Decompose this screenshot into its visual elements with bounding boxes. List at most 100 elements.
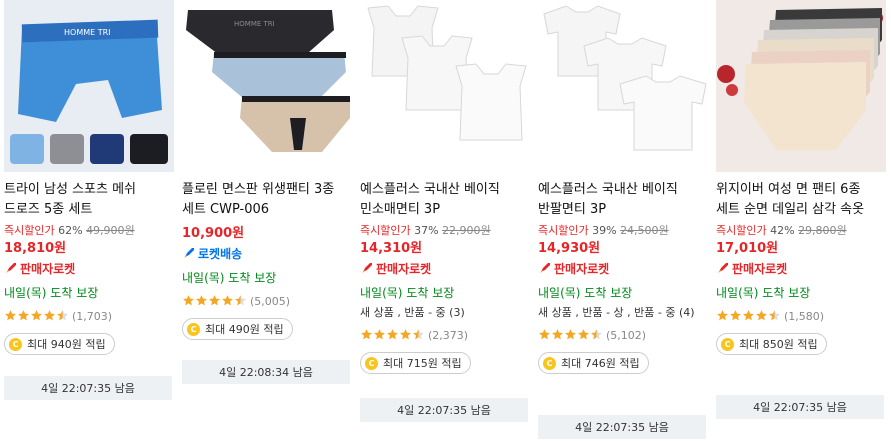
star-rating [360, 326, 425, 345]
coin-icon: C [187, 322, 200, 336]
star-icon [222, 294, 233, 305]
badge-label: 판매자로켓 [20, 262, 76, 276]
sale-price: 17,010원 [716, 241, 779, 256]
rocket-icon [540, 263, 550, 273]
star-icon [413, 328, 424, 339]
star-icon [57, 309, 68, 320]
sale-price: 14,310원 [360, 241, 423, 256]
delivery-info: 내일(목) 도착 보장 [538, 286, 633, 300]
seller-rocket-badge: 판매자로켓 [538, 259, 708, 279]
discount-label: 즉시할인가 [538, 224, 589, 237]
star-rating [538, 326, 603, 345]
rocket-icon [184, 248, 194, 258]
seller-rocket-badge: 판매자로켓 [4, 259, 174, 279]
original-price: 29,800원 [798, 224, 847, 237]
cash-reward-label: 최대 715원 적립 [383, 357, 462, 370]
star-icon [552, 328, 563, 339]
cash-reward-label: 최대 490원 적립 [205, 323, 284, 336]
star-icon [44, 309, 55, 320]
star-icon [400, 328, 411, 339]
star-icon [5, 309, 16, 320]
product-image[interactable] [538, 0, 708, 172]
product-image[interactable]: HOMME TRI [182, 0, 352, 172]
star-icon [717, 309, 728, 320]
original-price: 49,900원 [86, 224, 135, 237]
product-image[interactable]: HOMME TRI [4, 0, 174, 172]
star-rating [4, 307, 69, 326]
rating: (5,102) [538, 327, 708, 343]
star-icon [565, 328, 576, 339]
countdown-timer: 4일 22:07:35 남음 [4, 376, 172, 400]
star-icon [374, 328, 385, 339]
product-name[interactable]: 위지이버 여성 면 팬티 6종 세트 순면 데일리 삼각 속옷 [716, 180, 886, 220]
coin-icon: C [9, 337, 22, 351]
cash-reward-badge: C 최대 940원 적립 [4, 333, 115, 355]
cash-reward-badge: C 최대 850원 적립 [716, 333, 827, 355]
product-card[interactable]: HOMME TRI 트라이 남성 스포츠 메쉬 드로즈 5종 세트 즉시할인가 … [4, 0, 174, 355]
cash-reward-badge: C 최대 490원 적립 [182, 318, 293, 340]
product-card[interactable]: 위지이버 여성 면 팬티 6종 세트 순면 데일리 삼각 속옷 즉시할인가 42… [716, 0, 886, 355]
original-price: 24,500원 [620, 224, 669, 237]
cash-reward-label: 최대 746원 적립 [561, 357, 640, 370]
review-count: (5,102) [606, 328, 647, 342]
product-image[interactable] [360, 0, 530, 172]
star-icon [743, 309, 754, 320]
star-icon [387, 328, 398, 339]
star-icon [539, 328, 550, 339]
star-icon [183, 294, 194, 305]
cash-reward-label: 최대 940원 적립 [27, 338, 106, 351]
delivery-info: 내일(목) 도착 보장 [716, 286, 811, 300]
sale-price: 10,900원 [182, 226, 245, 241]
star-rating [716, 307, 781, 326]
product-name[interactable]: 트라이 남성 스포츠 메쉬 드로즈 5종 세트 [4, 180, 174, 220]
discount-percent: 62% [58, 224, 83, 237]
countdown-timer: 4일 22:07:35 남음 [360, 398, 528, 422]
discount-row: 즉시할인가 62% 49,900원 [4, 223, 174, 239]
rating: (1,580) [716, 308, 886, 324]
svg-text:HOMME TRI: HOMME TRI [234, 20, 275, 28]
rating: (2,373) [360, 327, 530, 343]
sale-price: 14,930원 [538, 241, 601, 256]
delivery-info: 내일(목) 도착 보장 [182, 271, 277, 285]
rating: (1,703) [4, 308, 174, 324]
discount-percent: 42% [770, 224, 795, 237]
review-count: (5,005) [250, 294, 291, 308]
star-rating [182, 292, 247, 311]
product-card[interactable]: 예스플러스 국내산 베이직 반팔면티 3P 즉시할인가 39% 24,500원 … [538, 0, 708, 374]
countdown-timer: 4일 22:08:34 남음 [182, 360, 350, 384]
product-condition: 새 상품 , 반품 - 중 (3) [360, 306, 465, 319]
product-name[interactable]: 플로린 면스판 위생팬티 3종 세트 CWP-006 [182, 180, 352, 220]
cash-reward-label: 최대 850원 적립 [739, 338, 818, 351]
star-icon [235, 294, 246, 305]
star-icon [578, 328, 589, 339]
star-icon [31, 309, 42, 320]
product-image[interactable] [716, 0, 886, 172]
countdown-timer: 4일 22:07:35 남음 [538, 415, 706, 439]
rocket-icon [362, 263, 372, 273]
sale-price: 18,810원 [4, 241, 67, 256]
seller-rocket-badge: 판매자로켓 [716, 259, 886, 279]
badge-label: 판매자로켓 [732, 262, 788, 276]
discount-label: 즉시할인가 [360, 224, 411, 237]
discount-percent: 37% [414, 224, 439, 237]
star-icon [591, 328, 602, 339]
countdown-timer: 4일 22:07:35 남음 [716, 395, 884, 419]
star-icon [730, 309, 741, 320]
coin-icon: C [543, 356, 556, 370]
star-icon [209, 294, 220, 305]
original-price: 22,900원 [442, 224, 491, 237]
product-card[interactable]: 예스플러스 국내산 베이직 민소매면티 3P 즉시할인가 37% 22,900원… [360, 0, 530, 374]
review-count: (2,373) [428, 328, 469, 342]
discount-row: 즉시할인가 39% 24,500원 [538, 223, 708, 239]
product-name[interactable]: 예스플러스 국내산 베이직 민소매면티 3P [360, 180, 530, 220]
product-name[interactable]: 예스플러스 국내산 베이직 반팔면티 3P [538, 180, 708, 220]
star-icon [196, 294, 207, 305]
delivery-info: 내일(목) 도착 보장 [360, 286, 455, 300]
discount-row: 즉시할인가 42% 29,800원 [716, 223, 886, 239]
badge-label: 판매자로켓 [376, 262, 432, 276]
star-icon [769, 309, 780, 320]
discount-label: 즉시할인가 [4, 224, 55, 237]
product-card[interactable]: HOMME TRI 플로린 면스판 위생팬티 3종 세트 CWP-006 10,… [182, 0, 352, 340]
coin-icon: C [365, 356, 378, 370]
coin-icon: C [721, 337, 734, 351]
